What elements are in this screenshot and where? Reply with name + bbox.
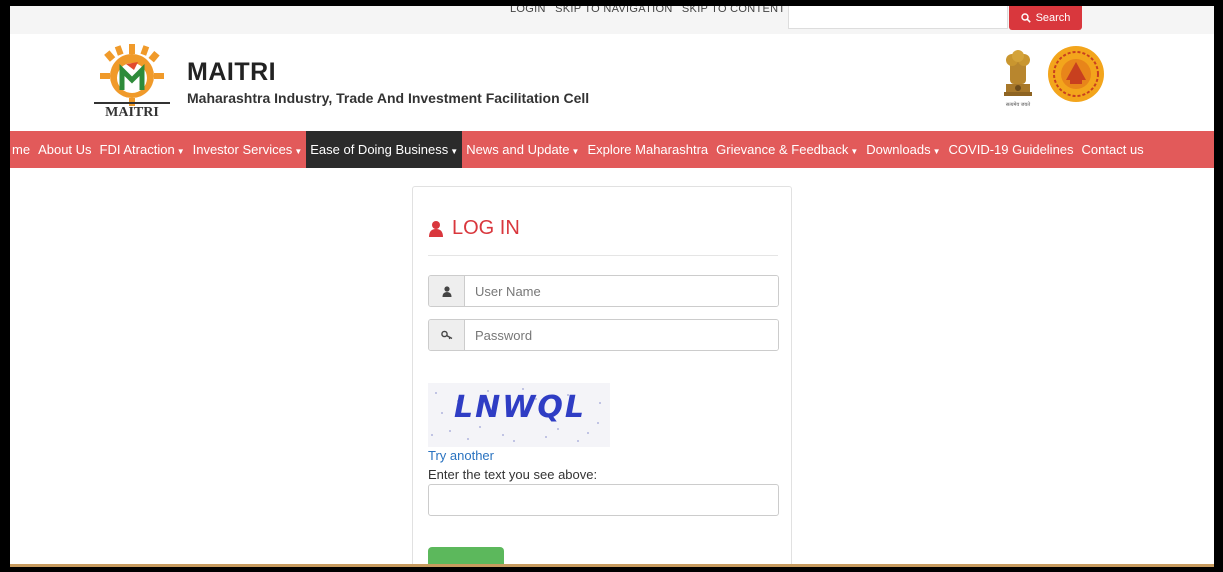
nav-label: News and Update [466, 142, 570, 157]
nav-label: COVID-19 Guidelines [948, 142, 1074, 157]
username-input[interactable] [465, 276, 778, 306]
site-subtitle: Maharashtra Industry, Trade And Investme… [187, 90, 590, 106]
password-field [428, 319, 779, 351]
national-emblem-icon: सत्यमेव जयते [1004, 50, 1032, 108]
search-button-label: Search [1035, 12, 1071, 24]
main-navigation: me About Us FDI Atraction ▼ Investor Serv… [10, 131, 1214, 168]
login-link[interactable]: LOGIN [510, 6, 546, 15]
caret-down-icon: ▼ [571, 147, 580, 156]
captcha-input[interactable] [428, 484, 779, 516]
nav-item-about-us[interactable]: About Us [34, 131, 95, 168]
nav-item-grievance-feedback[interactable]: Grievance & Feedback ▼ [712, 131, 862, 168]
nav-item-explore-maharashtra[interactable]: Explore Maharashtra [583, 131, 712, 168]
user-icon [429, 221, 443, 237]
username-field [428, 275, 779, 307]
caret-down-icon: ▼ [932, 147, 941, 156]
heading-divider [428, 255, 778, 256]
search-input[interactable] [788, 6, 1008, 29]
nav-label: Contact us [1081, 142, 1144, 157]
captcha-image: LNWQL [428, 383, 610, 447]
top-links: LOGIN SKIP TO NAVIGATION SKIP TO CONTENT [510, 6, 791, 15]
key-addon [429, 320, 465, 350]
caret-down-icon: ▼ [850, 147, 859, 156]
key-icon [440, 330, 452, 340]
browser-viewport: LOGIN SKIP TO NAVIGATION SKIP TO CONTENT… [10, 6, 1214, 567]
nav-label: me [12, 142, 31, 157]
search-icon [1020, 13, 1031, 23]
skip-to-content-link[interactable]: SKIP TO CONTENT [682, 6, 786, 15]
user-addon [429, 276, 465, 306]
nav-item-ease-of-doing-business[interactable]: Ease of Doing Business ▼ [306, 131, 463, 168]
nav-item-news-and-update[interactable]: News and Update ▼ [462, 131, 583, 168]
caret-down-icon: ▼ [294, 147, 303, 156]
login-panel: LOG IN LNWQL Try ano [412, 186, 792, 567]
captcha-prompt: Enter the text you see above: [428, 467, 598, 482]
nav-label: FDI Atraction [99, 142, 175, 157]
nav-item-fdi-atraction[interactable]: FDI Atraction ▼ [96, 131, 189, 168]
caret-down-icon: ▼ [176, 147, 185, 156]
search-button[interactable]: Search [1009, 6, 1082, 30]
password-input[interactable] [465, 320, 778, 350]
caret-down-icon: ▼ [450, 147, 459, 156]
logo-text: MAITRI [105, 105, 159, 120]
nav-label: Investor Services [192, 142, 293, 157]
captcha-text: LNWQL [454, 390, 586, 425]
site-title: MAITRI [187, 58, 277, 86]
maharashtra-seal-icon [1048, 46, 1104, 102]
nav-label: Explore Maharashtra [587, 142, 709, 157]
nav-label: About Us [38, 142, 92, 157]
skip-to-navigation-link[interactable]: SKIP TO NAVIGATION [555, 6, 672, 15]
bottom-border [10, 564, 1214, 567]
nav-label: Grievance & Feedback [716, 142, 849, 157]
user-icon [442, 285, 451, 297]
maitri-logo[interactable]: MAITRI [86, 40, 178, 120]
nav-item-covid-19-guidelines[interactable]: COVID-19 Guidelines [945, 131, 1078, 168]
nav-label: Downloads [866, 142, 931, 157]
nav-item-home[interactable]: me [10, 131, 34, 168]
try-another-link[interactable]: Try another [428, 448, 494, 463]
svg-text:सत्यमेव जयते: सत्यमेव जयते [1006, 101, 1030, 108]
login-heading-text: LOG IN [452, 217, 520, 239]
nav-label: Ease of Doing Business [310, 142, 449, 157]
nav-item-investor-services[interactable]: Investor Services ▼ [189, 131, 307, 168]
nav-item-downloads[interactable]: Downloads ▼ [862, 131, 944, 168]
nav-item-contact-us[interactable]: Contact us [1078, 131, 1148, 168]
top-utility-bar: LOGIN SKIP TO NAVIGATION SKIP TO CONTENT… [10, 6, 1214, 34]
login-heading: LOG IN [428, 217, 520, 240]
